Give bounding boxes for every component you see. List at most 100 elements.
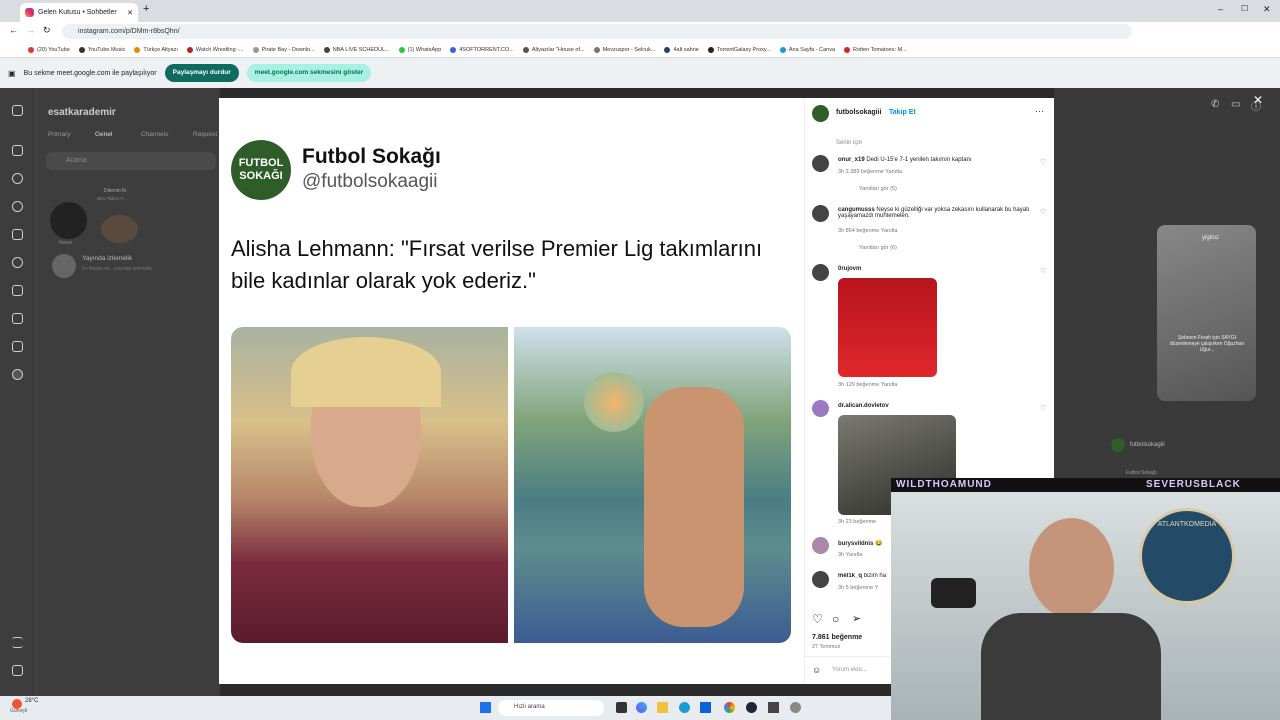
tab-general[interactable]: Genel	[95, 131, 112, 138]
like-icon[interactable]: ♡	[812, 612, 823, 626]
overlay-name-right: SEVERUSBLACK	[1146, 479, 1241, 490]
torrent-icon	[450, 46, 457, 53]
settings-icon[interactable]	[790, 702, 801, 713]
bookmark-item[interactable]: Türkçe Altyazı	[134, 46, 178, 53]
avatar[interactable]	[812, 537, 829, 554]
search-input[interactable]: Arama	[46, 152, 216, 170]
sort-dropdown[interactable]: Senin için	[836, 140, 862, 146]
bookmark-item[interactable]: YouTube Music	[78, 46, 125, 53]
folder-icon[interactable]	[657, 702, 668, 713]
tab-channels[interactable]: Channels	[141, 131, 168, 138]
new-tab-button[interactable]: +	[143, 3, 149, 15]
explore-icon[interactable]	[12, 201, 23, 212]
view-replies[interactable]: Yanıtları gör (5)	[859, 186, 897, 192]
outlook-icon[interactable]	[700, 702, 711, 713]
live-avatar[interactable]	[52, 254, 76, 278]
stop-sharing-button[interactable]: Paylaşmayı durdur	[164, 64, 239, 82]
tab-primary[interactable]: Primary	[48, 131, 70, 138]
search-icon[interactable]	[12, 173, 23, 184]
microphone	[931, 578, 976, 608]
bookmark-item[interactable]: 4SOFTORRENT.CO...	[450, 46, 514, 53]
person-shape	[644, 387, 744, 627]
copilot-icon[interactable]	[636, 702, 647, 713]
close-tab-icon[interactable]: ✕	[127, 9, 133, 17]
app-icon[interactable]	[768, 702, 779, 713]
post-user[interactable]: futbolsokagiii	[836, 109, 882, 116]
edge-icon[interactable]	[679, 702, 690, 713]
bookmark-item[interactable]: Rotten Tomatoes: M...	[844, 46, 907, 53]
futbol-sokagi-logo: FUTBOL SOKAĞI	[231, 140, 291, 200]
avatar[interactable]	[812, 400, 829, 417]
avatar[interactable]	[812, 571, 829, 588]
comment-user[interactable]: dr.alican.dovletov	[838, 403, 889, 409]
threads-icon[interactable]	[12, 665, 23, 676]
bookmark-item[interactable]: TorrentGalaxy Proxy...	[707, 46, 771, 53]
phone-icon[interactable]: ✆	[1211, 99, 1219, 110]
create-icon[interactable]	[12, 313, 23, 324]
bookmark-item[interactable]: (1) WhatsApp	[398, 46, 441, 53]
avatar[interactable]	[812, 105, 829, 122]
home-icon[interactable]	[12, 145, 23, 156]
close-window-button[interactable]: ✕	[1263, 4, 1271, 15]
heart-icon[interactable]: ♡	[1040, 267, 1047, 275]
url-field[interactable]: instagram.com/p/DMm-r8bsQhn/	[62, 24, 1132, 39]
tab-requests[interactable]: Request	[193, 131, 217, 138]
comment-icon[interactable]: ○	[832, 612, 839, 626]
heart-icon[interactable]: ♡	[1040, 208, 1047, 216]
chrome-icon[interactable]	[724, 702, 735, 713]
comment-user[interactable]: 0rujovm	[838, 266, 861, 272]
show-tab-button[interactable]: meet.google.com sekmesini göster	[246, 64, 372, 82]
shared-story[interactable]: yigitoz Şebnem Ferah için SAYGI düzenlem…	[1157, 225, 1256, 401]
messages-icon[interactable]	[12, 257, 23, 268]
heart-icon[interactable]: ♡	[1040, 404, 1047, 412]
comment-user[interactable]: burysvildnis	[838, 541, 873, 547]
instagram-icon[interactable]	[12, 105, 23, 116]
more-options-icon[interactable]: ···	[1035, 106, 1044, 116]
bookmark-item[interactable]: Pirate Bay - Downlo...	[252, 46, 315, 53]
menu-icon[interactable]	[12, 637, 23, 648]
comment-meta: 3h 864 beğenme Yanıtla	[838, 228, 898, 234]
bookmark-item[interactable]: 4alt sahne	[664, 46, 699, 53]
emoji-icon[interactable]: ☺	[812, 665, 821, 675]
profile-icon[interactable]	[12, 369, 23, 380]
heart-icon[interactable]: ♡	[1040, 158, 1047, 166]
bookmark-item[interactable]: Mevzuspor - Selcuk...	[593, 46, 655, 53]
avatar[interactable]	[812, 155, 829, 172]
tab-title: Gelen Kutusu • Sohbetler	[38, 9, 117, 16]
reload-icon[interactable]: ↻	[43, 25, 51, 36]
avatar[interactable]	[101, 215, 138, 243]
share-icon[interactable]: ➢	[852, 612, 861, 625]
app-icon[interactable]	[616, 702, 627, 713]
inbox-username[interactable]: esatkarademir	[48, 107, 116, 118]
close-modal-icon[interactable]: ✕	[1253, 93, 1263, 107]
bookmark-item[interactable]: Ana Sayfa - Canva	[779, 46, 835, 53]
avatar[interactable]	[812, 205, 829, 222]
heart-icon[interactable]	[12, 285, 23, 296]
comment-user[interactable]: mel1k_q	[838, 573, 862, 579]
bookmark-item[interactable]: Altyazılar "House of...	[522, 46, 585, 53]
likes-count[interactable]: 7.861 beğenme	[812, 634, 862, 641]
forward-icon[interactable]: →	[26, 25, 35, 35]
bookmark-item[interactable]: (20) YouTube	[28, 46, 70, 53]
view-replies[interactable]: Yanıtları gör (6)	[859, 245, 897, 251]
taskbar-search[interactable]: Hızlı arama	[498, 700, 604, 716]
avatar[interactable]	[50, 202, 87, 239]
avatar[interactable]	[812, 264, 829, 281]
steam-icon[interactable]	[746, 702, 757, 713]
comment-user[interactable]: onur_x19	[838, 157, 865, 163]
browser-tab[interactable]: Gelen Kutusu • Sohbetler ✕	[20, 3, 138, 22]
maximize-button[interactable]: ☐	[1241, 4, 1248, 13]
back-icon[interactable]: ←	[9, 25, 18, 35]
video-call-icon[interactable]: ▭	[1231, 99, 1240, 110]
reels-icon[interactable]	[12, 229, 23, 240]
add-comment-input[interactable]: Yorum ekle...	[832, 667, 867, 673]
dashboard-icon[interactable]	[12, 341, 23, 352]
minimize-button[interactable]: –	[1218, 4, 1223, 14]
comment-meta: 3h 5 beğenme Y	[838, 585, 879, 591]
comment-image[interactable]	[838, 278, 937, 377]
windows-start-icon[interactable]	[480, 702, 491, 713]
comment-item: onur_x19 Dedi U-15'e 7-1 yenilen takımın…	[838, 157, 1033, 163]
bookmark-item[interactable]: Watch Wrestling -...	[186, 46, 244, 53]
bookmark-item[interactable]: NBA LIVE SCHEDUL...	[323, 46, 390, 53]
follow-button[interactable]: Takip Et	[889, 109, 916, 116]
